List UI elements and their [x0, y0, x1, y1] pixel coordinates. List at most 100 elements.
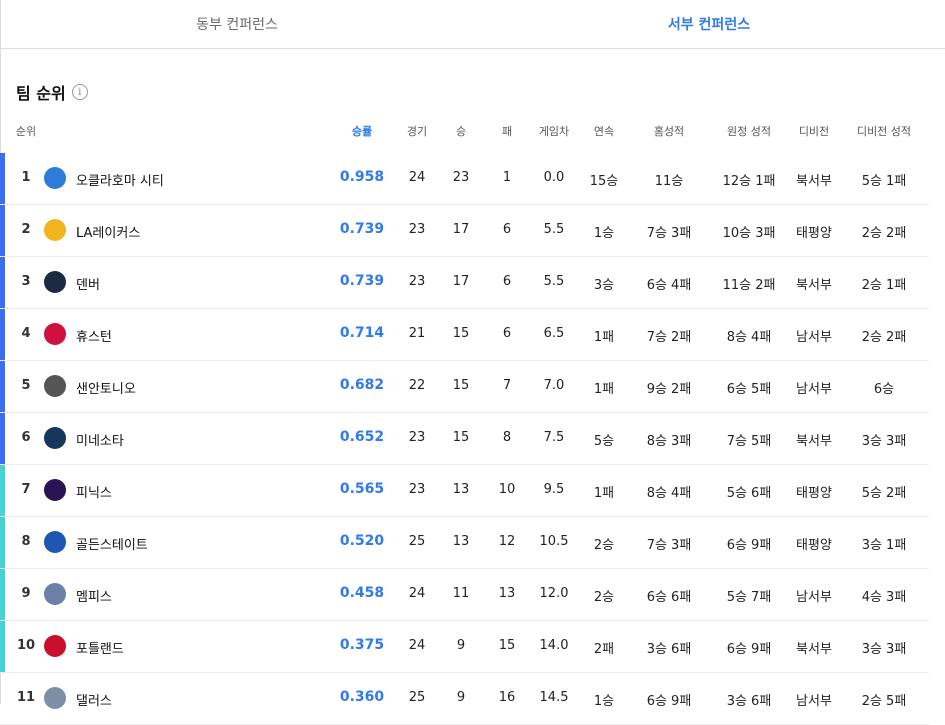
- cell-div: 태평양: [796, 538, 832, 553]
- nuggets-logo: [44, 271, 66, 293]
- cell-div-rec: 4승 3패: [861, 590, 907, 605]
- column-header-games[interactable]: 경기: [407, 123, 427, 139]
- cell-away: 5승 6패: [726, 486, 772, 501]
- cell-w: 11: [452, 586, 470, 601]
- cell-home: 6승 4패: [646, 278, 692, 293]
- tab-eastern-conference[interactable]: 동부 컨퍼런스: [1, 0, 473, 48]
- table-row[interactable]: 6 미네소타 0.652 23 15 8 7.5 5승 8승 3패 7승 5패 북서부 3승 3패: [0, 413, 929, 465]
- table-row[interactable]: 5 샌안토니오 0.682 22 15 7 7.0 1패 9승 2패 6승 5패 남서부 6승: [0, 361, 929, 413]
- column-header-wins[interactable]: 승: [456, 123, 466, 139]
- cell-gp: 23: [408, 430, 426, 445]
- cell-gp: 24: [408, 586, 426, 601]
- column-header-losses[interactable]: 패: [502, 123, 512, 139]
- timberwolves-logo: [44, 427, 66, 449]
- table-row[interactable]: 7 피닉스 0.565 23 13 10 9.5 1패 8승 4패 5승 6패 태평양 5승 2패: [0, 465, 929, 517]
- zone-indicator-bar: [0, 673, 5, 724]
- zone-indicator-bar: [0, 361, 5, 412]
- cell-w: 15: [452, 326, 470, 341]
- cell-gb: 7.5: [543, 430, 565, 445]
- cell-streak: 1승: [593, 694, 615, 709]
- cell-streak: 1패: [593, 382, 615, 397]
- info-icon[interactable]: i: [71, 84, 88, 100]
- zone-indicator-bar: [0, 465, 5, 516]
- team-name-link[interactable]: 골든스테이트: [76, 534, 148, 553]
- cell-gb: 14.5: [539, 690, 569, 705]
- cell-div-rec: 3승 1패: [861, 538, 907, 553]
- column-header-division-record[interactable]: 디비전 성적: [857, 123, 911, 139]
- team-name-link[interactable]: 멤피스: [76, 586, 112, 605]
- cell-gp: 25: [408, 690, 426, 705]
- cell-home: 7승 3패: [646, 226, 692, 241]
- cell-pct: 0.958: [339, 169, 385, 185]
- cell-gp: 25: [408, 534, 426, 549]
- cell-l: 6: [502, 222, 512, 237]
- cell-streak: 2승: [593, 590, 615, 605]
- cell-pct: 0.565: [339, 481, 385, 497]
- cell-div-rec: 3승 3패: [861, 434, 907, 449]
- cell-w: 13: [452, 482, 470, 497]
- rank-cell: 1: [21, 170, 31, 185]
- cell-div-rec: 2승 2패: [861, 330, 907, 345]
- column-header-streak[interactable]: 연속: [594, 123, 614, 139]
- cell-away: 10승 3패: [722, 226, 776, 241]
- cell-div: 태평양: [796, 486, 832, 501]
- cell-home: 7승 2패: [646, 330, 692, 345]
- rank-cell: 3: [21, 274, 31, 289]
- team-name-link[interactable]: 포틀랜드: [76, 638, 124, 657]
- cell-pct: 0.739: [339, 273, 385, 289]
- cell-div-rec: 5승 1패: [861, 174, 907, 189]
- team-name-link[interactable]: 샌안토니오: [76, 378, 136, 397]
- team-name-link[interactable]: 댈러스: [76, 690, 112, 709]
- team-name-link[interactable]: 오클라호마 시티: [76, 170, 164, 189]
- column-header-rank[interactable]: 순위: [16, 123, 36, 139]
- warriors-logo: [44, 531, 66, 553]
- cell-gb: 5.5: [543, 274, 565, 289]
- cell-pct: 0.375: [339, 637, 385, 653]
- cell-div: 북서부: [796, 642, 832, 657]
- cell-w: 17: [452, 222, 470, 237]
- cell-away: 5승 7패: [726, 590, 772, 605]
- table-row[interactable]: 8 골든스테이트 0.520 25 13 12 10.5 2승 7승 3패 6승 9패 태평양 3승 …: [0, 517, 929, 569]
- column-header-division[interactable]: 디비전: [799, 123, 829, 139]
- rank-cell: 4: [21, 326, 31, 341]
- cell-streak: 1패: [593, 330, 615, 345]
- table-row[interactable]: 2 LA레이커스 0.739 23 17 6 5.5 1승 7승 3패 10승 3패 태평양 2승 2…: [0, 205, 929, 257]
- team-name-link[interactable]: 덴버: [76, 274, 100, 293]
- cell-gb: 12.0: [539, 586, 569, 601]
- cell-gp: 23: [408, 482, 426, 497]
- column-header-win-pct[interactable]: 승률: [352, 123, 372, 139]
- table-row[interactable]: 10 포틀랜드 0.375 24 9 15 14.0 2패 3승 6패 6승 9패 북서부 3승 3패: [0, 621, 929, 673]
- okc-thunder-logo: [44, 167, 66, 189]
- tab-western-conference[interactable]: 서부 컨퍼런스: [473, 0, 945, 48]
- cell-div: 북서부: [796, 434, 832, 449]
- table-row[interactable]: 1 오클라호마 시티 0.958 24 23 1 0.0 15승 11승 12승 1패 북서부 5승 …: [0, 153, 929, 205]
- grizzlies-logo: [44, 583, 66, 605]
- zone-indicator-bar: [0, 621, 5, 672]
- rank-cell: 5: [21, 378, 31, 393]
- cell-div: 남서부: [796, 590, 832, 605]
- zone-indicator-bar: [0, 153, 5, 204]
- cell-div: 남서부: [796, 330, 832, 345]
- column-header-away[interactable]: 원정 성적: [727, 123, 771, 139]
- rank-cell: 9: [21, 586, 31, 601]
- table-row[interactable]: 3 덴버 0.739 23 17 6 5.5 3승 6승 4패 11승 2패 북서부 2승 1패: [0, 257, 929, 309]
- table-row[interactable]: 4 휴스턴 0.714 21 15 6 6.5 1패 7승 2패 8승 4패 남서부 2승 2패: [0, 309, 929, 361]
- team-name-link[interactable]: 미네소타: [76, 430, 124, 449]
- cell-gb: 14.0: [539, 638, 569, 653]
- rank-cell: 2: [21, 222, 31, 237]
- column-header-games-behind[interactable]: 게임차: [539, 123, 569, 139]
- team-name-link[interactable]: LA레이커스: [76, 222, 140, 241]
- cell-div-rec: 5승 2패: [861, 486, 907, 501]
- cell-l: 16: [498, 690, 516, 705]
- table-row[interactable]: 9 멤피스 0.458 24 11 13 12.0 2승 6승 6패 5승 7패 남서부 4승 3패: [0, 569, 929, 621]
- column-header-home[interactable]: 홈성적: [654, 123, 684, 139]
- table-row[interactable]: 11 댈러스 0.360 25 9 16 14.5 1승 6승 9패 3승 6패 남서부 2승 5패: [0, 673, 929, 725]
- table-header: 순위 승률 경기 승 패 게임차 연속 홈성적 원정 성적 디비전 디비전 성적: [0, 116, 945, 144]
- cell-gb: 9.5: [543, 482, 565, 497]
- cell-home: 9승 2패: [646, 382, 692, 397]
- cell-streak: 5승: [593, 434, 615, 449]
- cell-pct: 0.652: [339, 429, 385, 445]
- rockets-logo: [44, 323, 66, 345]
- team-name-link[interactable]: 휴스턴: [76, 326, 112, 345]
- team-name-link[interactable]: 피닉스: [76, 482, 112, 501]
